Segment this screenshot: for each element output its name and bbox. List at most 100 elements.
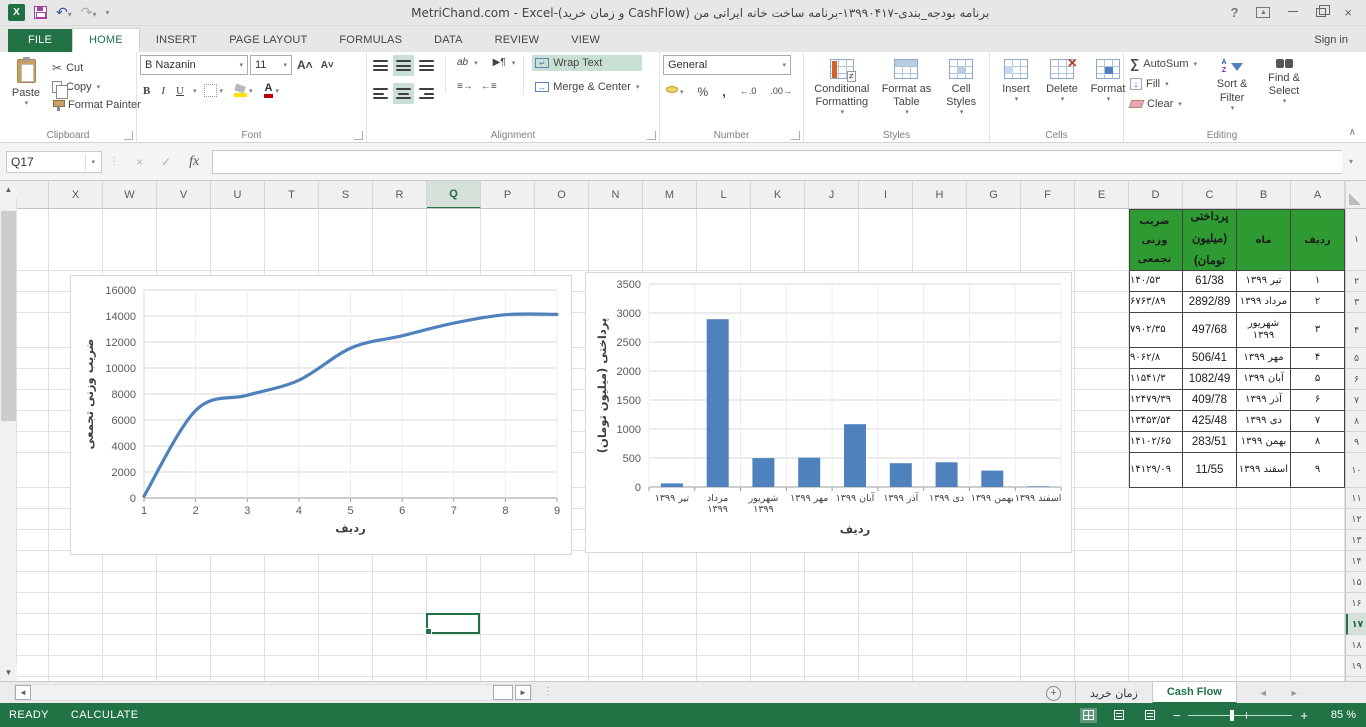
row-header-19[interactable]: ۱۹ (1346, 656, 1366, 677)
borders-dropdown-icon[interactable]: ▾ (219, 87, 223, 95)
sort-filter-button[interactable]: AZ Sort & Filter ▾ (1206, 55, 1258, 115)
column-header-F[interactable]: F (1021, 181, 1075, 209)
merge-center-dropdown-icon[interactable]: ▾ (636, 83, 640, 91)
column-header-W[interactable]: W (103, 181, 157, 209)
scrollbar-resize-handle[interactable]: ⋮ (543, 686, 553, 697)
bar-chart[interactable]: 0500100015002000250030003500تیر ۱۳۹۹مردا… (585, 272, 1072, 553)
number-format-combo[interactable]: General▾ (663, 55, 791, 75)
cell-cumulative[interactable]: ۶۷۶۳/۸۹ (1129, 292, 1183, 313)
undo-button[interactable]: ↶▾ (56, 5, 72, 20)
row-header-9[interactable]: ۹ (1346, 432, 1366, 453)
tab-next-icon[interactable]: ► (1290, 688, 1299, 698)
format-as-table-button[interactable]: Format as Table ▾ (877, 55, 937, 120)
number-format-dropdown-icon[interactable]: ▾ (782, 61, 786, 69)
cell-month[interactable]: تیر ۱۳۹۹ (1237, 271, 1291, 292)
cell-month[interactable]: مرداد ۱۳۹۹ (1237, 292, 1291, 313)
paste-dropdown-icon[interactable]: ▾ (25, 100, 29, 108)
normal-view-button[interactable] (1080, 708, 1097, 723)
row-header-17[interactable]: ۱۷ (1346, 614, 1366, 635)
redo-button[interactable]: ↷▾ (81, 5, 97, 20)
horizontal-scroll-thumb[interactable] (493, 685, 513, 700)
cell-index[interactable]: ۳ (1291, 313, 1345, 348)
column-header-V[interactable]: V (157, 181, 211, 209)
sort-filter-dropdown-icon[interactable]: ▾ (1231, 105, 1235, 113)
fill-dropdown-icon[interactable]: ▾ (1165, 80, 1169, 88)
column-header-O[interactable]: O (535, 181, 589, 209)
align-right-button[interactable] (416, 83, 437, 104)
conditional-formatting-button[interactable]: Conditional Formatting ▾ (807, 55, 877, 120)
horizontal-scrollbar[interactable]: ◄ ► (14, 684, 532, 701)
cell-styles-button[interactable]: Cell Styles ▾ (936, 55, 986, 120)
cell-cumulative[interactable]: ۱۴۱۲۹/۰۹ (1129, 453, 1183, 488)
fill-color-button[interactable]: ▾ (231, 82, 256, 99)
autosum-button[interactable]: ∑AutoSum▾ (1127, 55, 1200, 72)
column-header-X[interactable]: X (49, 181, 103, 209)
row-header-1[interactable]: ۱ (1346, 209, 1366, 271)
status-calculate[interactable]: CALCULATE (71, 709, 139, 721)
cell-index[interactable]: ۶ (1291, 390, 1345, 411)
text-direction-dropdown-icon[interactable]: ▾ (512, 59, 516, 67)
cell-index[interactable]: ۷ (1291, 411, 1345, 432)
font-size-combo[interactable]: 11▾ (250, 55, 292, 75)
cell-month[interactable]: آبان ۱۳۹۹ (1237, 369, 1291, 390)
close-icon[interactable]: × (1344, 5, 1352, 20)
delete-cells-dropdown-icon[interactable]: ▾ (1061, 96, 1065, 104)
row-header-2[interactable]: ۲ (1346, 271, 1366, 292)
line-chart[interactable]: 0200040006000800010000120001400016000123… (70, 275, 572, 555)
ribbon-tab-data[interactable]: DATA (418, 29, 479, 52)
cell-index[interactable]: ۵ (1291, 369, 1345, 390)
cell-index[interactable]: ۴ (1291, 348, 1345, 369)
column-header-M[interactable]: M (643, 181, 697, 209)
column-header-R[interactable]: R (373, 181, 427, 209)
name-box[interactable]: Q17▾ (6, 151, 102, 173)
clear-button[interactable]: Clear▾ (1127, 96, 1200, 112)
column-header-E[interactable]: E (1075, 181, 1129, 209)
name-box-dropdown-icon[interactable]: ▾ (85, 154, 97, 170)
data-table[interactable]: ضریب وزنی تجمعیپرداختی (میلیون تومان)ماه… (1129, 209, 1345, 488)
cell-month[interactable]: دی ۱۳۹۹ (1237, 411, 1291, 432)
cell-cumulative[interactable]: ۹۰۶۲/۸ (1129, 348, 1183, 369)
font-color-dropdown-icon[interactable]: ▾ (275, 87, 279, 95)
paste-button[interactable]: Paste ▾ (3, 55, 49, 111)
column-header-L[interactable]: L (697, 181, 751, 209)
cell-index[interactable]: ۸ (1291, 432, 1345, 453)
cell-cumulative[interactable]: ۱۱۵۴۱/۳ (1129, 369, 1183, 390)
zoom-slider[interactable] (1188, 715, 1292, 716)
formula-bar-handle[interactable]: ⋮ (109, 156, 120, 167)
cell-month[interactable]: بهمن ۱۳۹۹ (1237, 432, 1291, 453)
minimize-icon[interactable] (1288, 11, 1298, 12)
column-header-H[interactable]: H (913, 181, 967, 209)
cell-index[interactable]: ۱ (1291, 271, 1345, 292)
column-header-I[interactable]: I (859, 181, 913, 209)
cell-grid[interactable]: 0200040006000800010000120001400016000123… (17, 209, 1345, 681)
zoom-out-icon[interactable]: − (1173, 709, 1181, 722)
clear-dropdown-icon[interactable]: ▾ (1178, 100, 1182, 108)
expand-formula-bar-icon[interactable]: ▾ (1342, 157, 1360, 166)
collapse-ribbon-icon[interactable]: ∧ (1349, 127, 1356, 138)
cell-cumulative[interactable]: ۷۹۰۲/۳۵ (1129, 313, 1183, 348)
increase-indent-button[interactable]: ≡→ (454, 79, 476, 94)
font-size-dropdown-icon[interactable]: ▾ (283, 61, 287, 69)
zoom-percentage[interactable]: 85 % (1322, 709, 1356, 721)
zoom-slider-thumb[interactable] (1230, 710, 1234, 721)
italic-button[interactable]: I (158, 83, 168, 99)
column-header-K[interactable]: K (751, 181, 805, 209)
ribbon-tab-page-layout[interactable]: PAGE LAYOUT (213, 29, 323, 52)
help-icon[interactable]: ? (1230, 5, 1238, 20)
ribbon-tab-formulas[interactable]: FORMULAS (323, 29, 418, 52)
vertical-scroll-thumb[interactable] (1, 211, 16, 421)
page-break-view-button[interactable] (1142, 708, 1159, 723)
conditional-formatting-dropdown-icon[interactable]: ▾ (841, 109, 845, 117)
zoom-in-icon[interactable]: + (1300, 709, 1308, 722)
row-header-10[interactable]: ۱۰ (1346, 453, 1366, 488)
cell-payment[interactable]: 11/55 (1183, 453, 1237, 488)
cell-month[interactable]: شهریور ۱۳۹۹ (1237, 313, 1291, 348)
fill-button[interactable]: ↓Fill▾ (1127, 76, 1200, 92)
number-dialog-launcher-icon[interactable] (791, 131, 800, 140)
row-header-13[interactable]: ۱۳ (1346, 530, 1366, 551)
tab-prev-icon[interactable]: ◄ (1259, 688, 1268, 698)
alignment-dialog-launcher-icon[interactable] (647, 131, 656, 140)
column-header-Y[interactable] (17, 181, 49, 209)
accounting-format-button[interactable]: ▾ (663, 86, 687, 98)
undo-dropdown-icon[interactable]: ▾ (68, 10, 72, 19)
